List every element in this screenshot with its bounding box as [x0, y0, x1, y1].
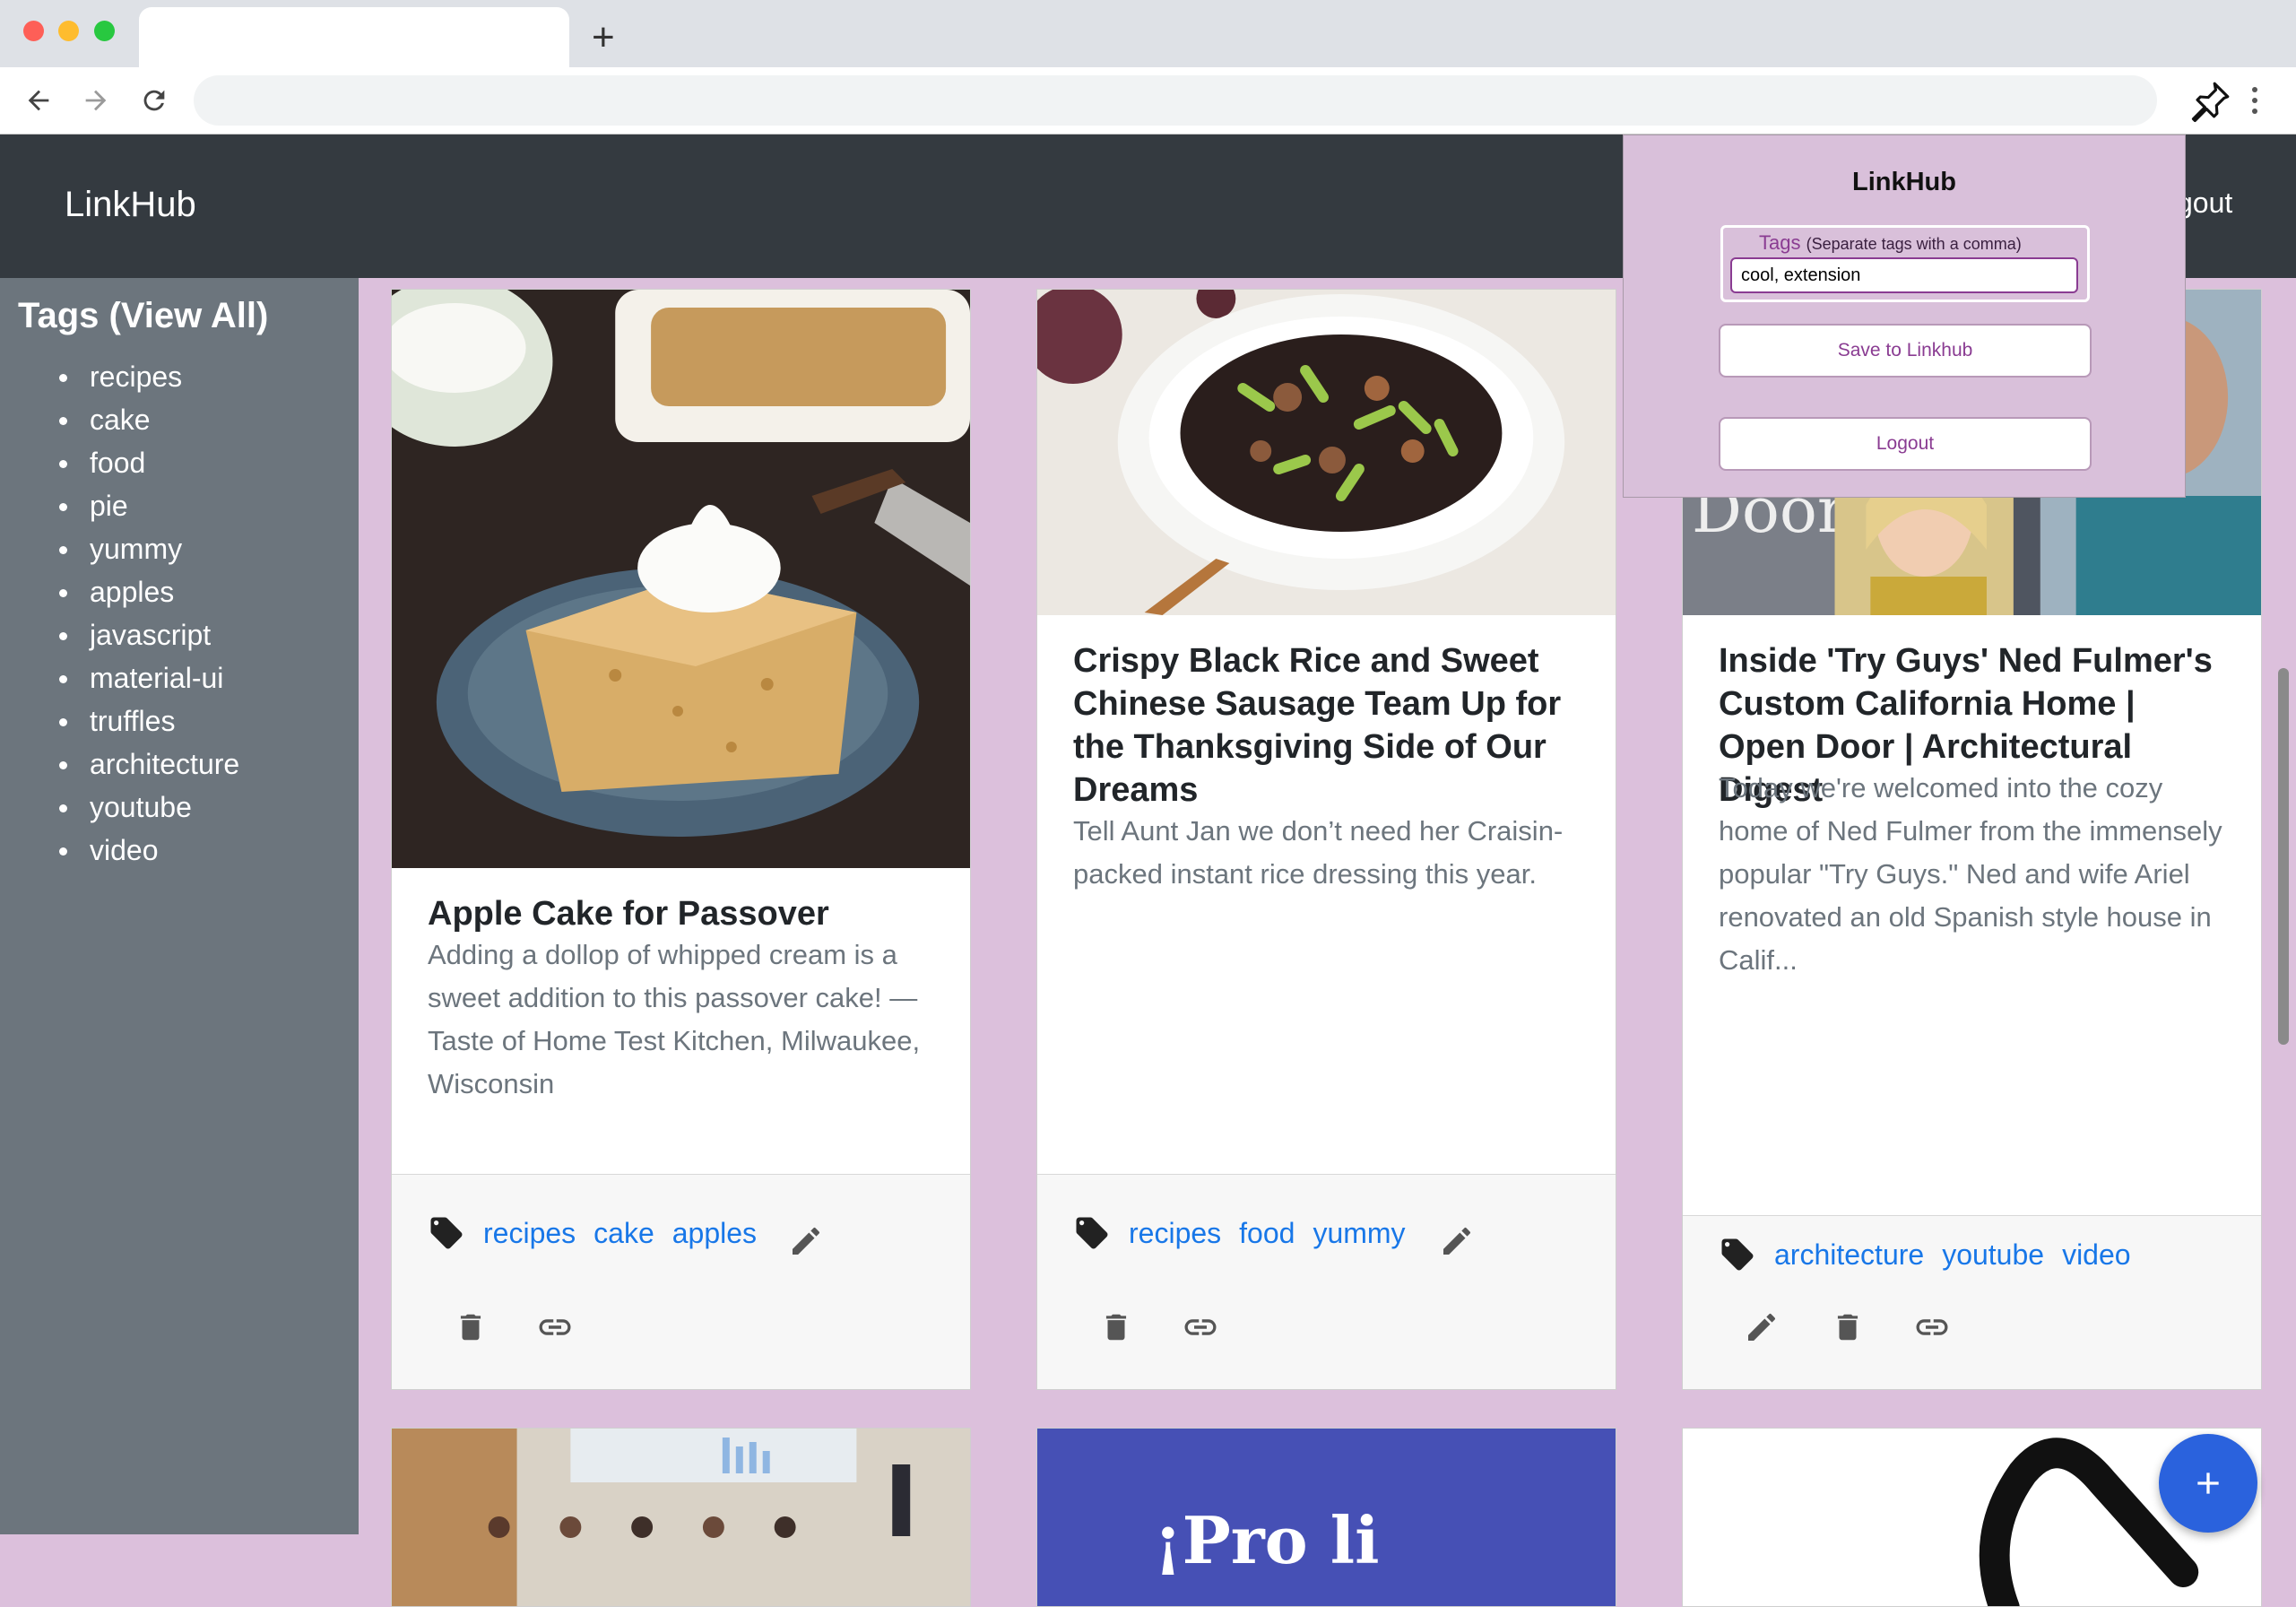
open-link-button[interactable]	[530, 1302, 580, 1352]
open-link-button[interactable]	[1175, 1302, 1226, 1352]
tags-input[interactable]	[1730, 257, 2078, 293]
tags-view-all-link[interactable]: Tags (View All)	[18, 296, 268, 336]
card-footer: architecture youtube video	[1683, 1215, 2261, 1389]
tag-icon	[430, 1217, 463, 1249]
link-card: ¡Pro li	[1036, 1428, 1616, 1607]
trash-icon	[460, 1314, 481, 1341]
save-to-linkhub-button[interactable]: Save to Linkhub	[1719, 324, 2092, 378]
card-thumbnail-apple-cake[interactable]	[392, 290, 970, 868]
trash-icon	[1837, 1314, 1858, 1341]
delete-button[interactable]	[1091, 1302, 1141, 1352]
tag-icon	[1721, 1238, 1754, 1271]
edit-button[interactable]	[1737, 1302, 1787, 1352]
browser-menu-button[interactable]	[2241, 80, 2268, 121]
card-tag-link[interactable]: recipes	[1129, 1217, 1221, 1250]
add-link-button[interactable]	[2159, 1434, 2257, 1533]
sidebar-tag-item[interactable]: pie	[56, 484, 239, 527]
tags-label: Tags	[1759, 231, 1801, 254]
sidebar-tag-item[interactable]: video	[56, 829, 239, 872]
forward-arrow-icon	[85, 90, 107, 111]
card-tag-link[interactable]: youtube	[1942, 1238, 2044, 1272]
window-minimize-dot[interactable]	[58, 21, 79, 41]
sidebar-tag-item[interactable]: material-ui	[56, 656, 239, 699]
open-link-button[interactable]	[1907, 1302, 1957, 1352]
window-close-dot[interactable]	[23, 21, 44, 41]
card-footer: recipes cake apples	[392, 1174, 970, 1389]
edit-button[interactable]	[781, 1216, 831, 1266]
browser-tab-active[interactable]	[139, 7, 569, 67]
delete-button[interactable]	[1823, 1302, 1873, 1352]
sidebar-tag-item[interactable]: yummy	[56, 527, 239, 570]
card-tag-link[interactable]: food	[1239, 1217, 1295, 1250]
card-tag-row: recipes food yummy	[1073, 1214, 1406, 1252]
sidebar-tag-item[interactable]: cake	[56, 398, 239, 441]
window-maximize-dot[interactable]	[94, 21, 115, 41]
sidebar-tag-item[interactable]: truffles	[56, 699, 239, 743]
address-bar[interactable]	[194, 75, 2157, 126]
trash-icon	[1105, 1314, 1127, 1341]
sidebar-tag-item[interactable]: javascript	[56, 613, 239, 656]
browser-toolbar	[0, 67, 2296, 135]
card-tag-link[interactable]: video	[2062, 1238, 2131, 1272]
card-thumbnail-black-rice[interactable]	[1037, 290, 1616, 615]
pin-extension-button[interactable]	[2183, 74, 2237, 128]
card-tag-link[interactable]: yummy	[1313, 1217, 1405, 1250]
browser-tabstrip: +	[0, 0, 2296, 67]
back-arrow-icon	[28, 90, 49, 111]
sidebar-tag-item[interactable]: apples	[56, 570, 239, 613]
edit-button[interactable]	[1432, 1216, 1482, 1266]
more-vert-icon	[2252, 87, 2257, 92]
forward-button[interactable]	[74, 78, 118, 123]
card-description: Today we're welcomed into the cozy home …	[1719, 772, 2222, 976]
pencil-icon	[793, 1228, 819, 1255]
tags-fieldset: Tags (Separate tags with a comma)	[1720, 225, 2090, 302]
link-card: Crispy Black Rice and Sweet Chinese Saus…	[1036, 289, 1616, 1390]
link-icon	[539, 1319, 571, 1335]
sidebar-tag-item[interactable]: youtube	[56, 786, 239, 829]
linkhub-extension-popup: LinkHub Tags (Separate tags with a comma…	[1623, 135, 2186, 498]
pencil-icon	[1748, 1314, 1775, 1341]
tags-hint: (Separate tags with a comma)	[1806, 235, 2022, 253]
page-scrollbar-thumb[interactable]	[2278, 668, 2289, 1045]
pin-icon	[2191, 82, 2230, 123]
card-title[interactable]: Apple Cake for Passover	[428, 892, 938, 935]
sidebar-tag-item[interactable]: architecture	[56, 743, 239, 786]
link-card	[391, 1428, 971, 1607]
card-description: Tell Aunt Jan we don’t need her Craisin-…	[1073, 815, 1564, 890]
card-description: Adding a dollop of whipped cream is a sw…	[428, 939, 921, 1099]
card-title[interactable]: Crispy Black Rice and Sweet Chinese Saus…	[1073, 639, 1583, 812]
sidebar-tag-item[interactable]: food	[56, 441, 239, 484]
brand-logo[interactable]: LinkHub	[65, 185, 196, 225]
card-tag-link[interactable]: recipes	[483, 1217, 576, 1250]
back-button[interactable]	[16, 78, 61, 123]
card-tag-link[interactable]: architecture	[1774, 1238, 1924, 1272]
reload-icon	[143, 90, 165, 111]
tags-legend: Tags (Separate tags with a comma)	[1759, 231, 2022, 255]
plus-icon	[2197, 1472, 2219, 1494]
tags-sidebar: Tags (View All) recipes cake food pie yu…	[0, 278, 359, 1534]
link-icon	[1916, 1319, 1948, 1335]
link-icon	[1184, 1319, 1217, 1335]
popup-logout-button[interactable]: Logout	[1719, 417, 2092, 471]
card-tag-link[interactable]: apples	[672, 1217, 757, 1250]
thumbnail-text: ¡Pro li	[1154, 1502, 1380, 1578]
reload-button[interactable]	[132, 78, 177, 123]
card-tag-row: recipes cake apples	[428, 1214, 757, 1252]
tag-icon	[1076, 1217, 1108, 1249]
sidebar-tag-list: recipes cake food pie yummy apples javas…	[56, 355, 239, 872]
link-card: Apple Cake for Passover Adding a dollop …	[391, 289, 971, 1390]
card-thumbnail-conference[interactable]	[392, 1429, 970, 1607]
popup-title: LinkHub	[1852, 168, 1956, 196]
card-footer: recipes food yummy	[1037, 1174, 1616, 1389]
sidebar-tag-item[interactable]: recipes	[56, 355, 239, 398]
card-tag-link[interactable]: cake	[593, 1217, 654, 1250]
pencil-icon	[1443, 1228, 1470, 1255]
new-tab-button[interactable]: +	[592, 13, 615, 63]
card-tag-row: architecture youtube video	[1719, 1236, 2131, 1273]
delete-button[interactable]	[446, 1302, 496, 1352]
